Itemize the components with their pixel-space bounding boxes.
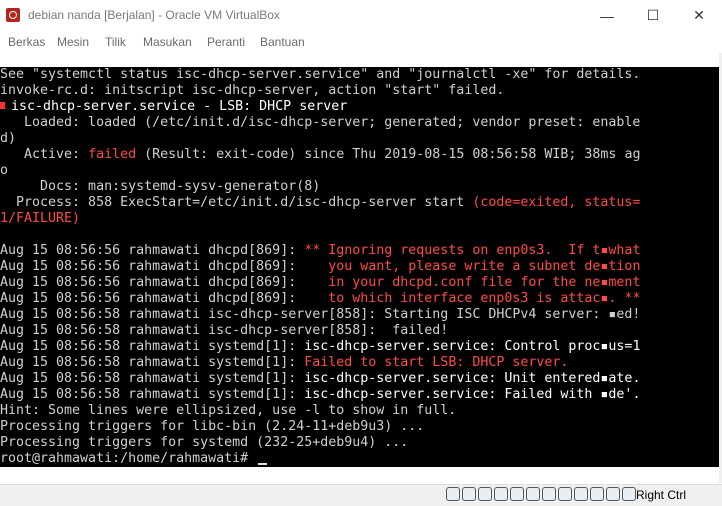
- console-text: isc-dhcp-server.service: Failed with ▪de…: [304, 387, 641, 402]
- keyboard-icon[interactable]: [622, 487, 636, 501]
- console-text: 1/FAILURE): [0, 211, 81, 226]
- console-text: root@rahmawati:/home/rahmawati#: [0, 451, 257, 466]
- console-text: Aug 15 08:56:58 rahmawati systemd[1]:: [0, 387, 305, 402]
- console-text: Process: 858 ExecStart=/etc/init.d/isc-d…: [0, 195, 473, 210]
- optical-drive-icon[interactable]: [462, 487, 476, 501]
- hard-disk-icon[interactable]: [446, 487, 460, 501]
- virtualbox-app-icon: [6, 8, 20, 22]
- network-icon[interactable]: [494, 487, 508, 501]
- console-line: Processing triggers for systemd (232-25+…: [0, 435, 408, 451]
- host-key-label: Right Ctrl: [636, 488, 687, 502]
- console-text: Aug 15 08:56:58 rahmawati systemd[1]:: [0, 371, 305, 386]
- console-line: root@rahmawati:/home/rahmawati#: [0, 451, 268, 467]
- console-text: isc-dhcp-server.service: Control proc▪us…: [304, 339, 641, 354]
- console-line: Aug 15 08:56:58 rahmawati systemd[1]: Fa…: [0, 355, 568, 371]
- console-text: (Result: exit-code) since Thu 2019-08-15…: [136, 147, 641, 162]
- title-bar: debian nanda [Berjalan] - Oracle VM Virt…: [0, 0, 722, 32]
- console-text: (code=exited, status=: [472, 195, 641, 210]
- menu-mesin[interactable]: Mesin: [57, 35, 89, 49]
- display-icon[interactable]: [542, 487, 556, 501]
- console-text: Hint: Some lines were ellipsized, use -l…: [0, 403, 457, 418]
- console-text: Aug 15 08:56:58 rahmawati isc-dhcp-serve…: [0, 323, 449, 338]
- console-line: Aug 15 08:56:56 rahmawati dhcpd[869]: to…: [0, 291, 640, 307]
- menu-peranti[interactable]: Peranti: [207, 35, 245, 49]
- console-line: Aug 15 08:56:56 rahmawati dhcpd[869]: yo…: [0, 259, 640, 275]
- usb-icon[interactable]: [510, 487, 524, 501]
- console-line: o: [0, 163, 8, 179]
- console-text: in your dhcpd.conf file for the ne▪ment: [304, 275, 641, 290]
- console-text: Loaded: loaded (/etc/init.d/isc-dhcp-ser…: [0, 115, 641, 130]
- console-line: Loaded: loaded (/etc/init.d/isc-dhcp-ser…: [0, 115, 640, 131]
- console-line: Active: failed (Result: exit-code) since…: [0, 147, 640, 163]
- minimize-button[interactable]: —: [584, 0, 630, 31]
- status-bar: Right Ctrl: [0, 484, 722, 506]
- console-text: failed: [88, 147, 137, 162]
- menu-bantuan[interactable]: Bantuan: [260, 35, 305, 49]
- failed-status-bullet-icon: [0, 102, 5, 109]
- console-line: Aug 15 08:56:58 rahmawati isc-dhcp-serve…: [0, 323, 448, 339]
- console-text: o: [0, 163, 9, 178]
- console-line: isc-dhcp-server.service - LSB: DHCP serv…: [0, 99, 347, 115]
- video-capture-icon[interactable]: [558, 487, 572, 501]
- console-text: isc-dhcp-server.service - LSB: DHCP serv…: [11, 99, 348, 114]
- console-line: See "systemctl status isc-dhcp-server.se…: [0, 67, 640, 83]
- console-text: d): [0, 131, 17, 146]
- console-text: to which interface enp0s3 is attac▪. **: [304, 291, 641, 306]
- console-text: Aug 15 08:56:58 rahmawati systemd[1]:: [0, 339, 305, 354]
- mouse-integration-icon[interactable]: [606, 487, 620, 501]
- console-line: invoke-rc.d: initscript isc-dhcp-server,…: [0, 83, 504, 99]
- menu-tilik[interactable]: Tilik: [105, 35, 126, 49]
- console-text: ** Ignoring requests on enp0s3. If t▪wha…: [304, 243, 641, 258]
- console-line: 1/FAILURE): [0, 211, 80, 227]
- console-line: Aug 15 08:56:58 rahmawati systemd[1]: is…: [0, 339, 640, 355]
- recording-icon[interactable]: [574, 487, 588, 501]
- console-line: Aug 15 08:56:56 rahmawati dhcpd[869]: **…: [0, 243, 640, 259]
- console-line: d): [0, 131, 16, 147]
- console-text: Aug 15 08:56:56 rahmawati dhcpd[869]:: [0, 259, 305, 274]
- console-text: isc-dhcp-server.service: Unit entered▪at…: [304, 371, 641, 386]
- menu-masukan[interactable]: Masukan: [143, 35, 192, 49]
- text-cursor: [258, 463, 268, 465]
- console-line: Aug 15 08:56:58 rahmawati systemd[1]: is…: [0, 387, 640, 403]
- console-text: Aug 15 08:56:58 rahmawati systemd[1]:: [0, 355, 305, 370]
- maximize-button[interactable]: ☐: [630, 0, 676, 31]
- console-text: you want, please write a subnet de▪tion: [304, 259, 641, 274]
- vm-console-screen[interactable]: See "systemctl status isc-dhcp-server.se…: [0, 67, 719, 467]
- console-text: Aug 15 08:56:58 rahmawati isc-dhcp-serve…: [0, 307, 641, 322]
- console-text: invoke-rc.d: initscript isc-dhcp-server,…: [0, 83, 505, 98]
- console-line: Process: 858 ExecStart=/etc/init.d/isc-d…: [0, 195, 640, 211]
- console-line: Docs: man:systemd-sysv-generator(8): [0, 179, 320, 195]
- console-text: Aug 15 08:56:56 rahmawati dhcpd[869]:: [0, 291, 305, 306]
- console-text: See "systemctl status isc-dhcp-server.se…: [0, 67, 641, 82]
- console-line: Aug 15 08:56:56 rahmawati dhcpd[869]: in…: [0, 275, 640, 291]
- console-text: Aug 15 08:56:56 rahmawati dhcpd[869]:: [0, 275, 305, 290]
- console-line: Hint: Some lines were ellipsized, use -l…: [0, 403, 456, 419]
- cpu-icon[interactable]: [590, 487, 604, 501]
- console-text: Processing triggers for systemd (232-25+…: [0, 435, 409, 450]
- console-text: Aug 15 08:56:56 rahmawati dhcpd[869]:: [0, 243, 305, 258]
- menu-bar: Berkas Mesin Tilik Masukan Peranti Bantu…: [0, 31, 722, 53]
- console-line: Processing triggers for libc-bin (2.24-1…: [0, 419, 424, 435]
- console-text: Active:: [0, 147, 89, 162]
- audio-icon[interactable]: [478, 487, 492, 501]
- menu-berkas[interactable]: Berkas: [8, 35, 45, 49]
- window-title: debian nanda [Berjalan] - Oracle VM Virt…: [28, 8, 280, 22]
- close-button[interactable]: ✕: [676, 0, 722, 31]
- console-text: Processing triggers for libc-bin (2.24-1…: [0, 419, 425, 434]
- console-text: Docs: man:systemd-sysv-generator(8): [0, 179, 321, 194]
- console-line: Aug 15 08:56:58 rahmawati systemd[1]: is…: [0, 371, 640, 387]
- shared-folder-icon[interactable]: [526, 487, 540, 501]
- console-text: Failed to start LSB: DHCP server.: [304, 355, 569, 370]
- console-line: Aug 15 08:56:58 rahmawati isc-dhcp-serve…: [0, 307, 640, 323]
